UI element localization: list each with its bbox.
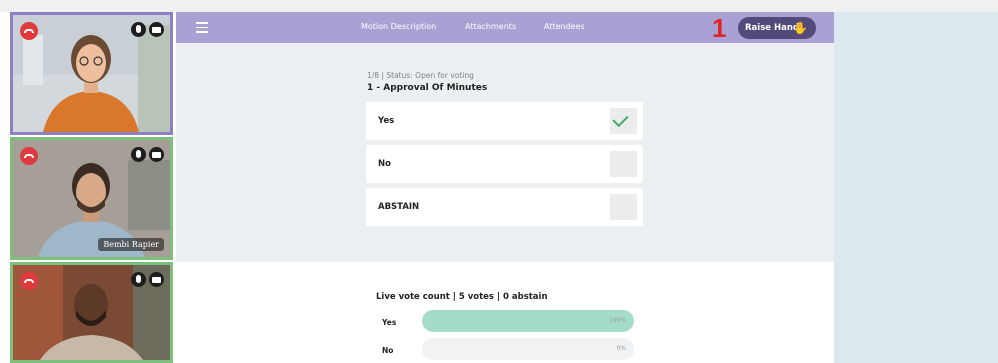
participant-video-tile[interactable] [10,12,173,135]
vote-option-yes[interactable]: Yes [366,102,643,140]
motion-title: 1 - Approval Of Minutes [367,83,488,93]
vote-option-label: ABSTAIN [378,202,420,212]
vote-option-abstain[interactable]: ABSTAIN [366,188,643,226]
microphone-icon[interactable] [131,147,146,162]
hangup-icon[interactable] [20,22,38,40]
voting-panel: 1/8 | Status: Open for voting 1 - Approv… [176,43,834,262]
vote-checkbox[interactable] [610,194,637,220]
tab-attachments[interactable]: Attachments [465,22,516,31]
raise-hand-button[interactable]: Raise Hand ✋ [738,17,816,39]
window-top-strip [0,0,998,12]
vote-result-percent: 0% [616,345,626,352]
vote-result-bar: 100% [422,310,634,332]
motion-status: 1/8 | Status: Open for voting [367,71,474,80]
raise-hand-label: Raise Hand [745,23,799,33]
right-side-panel [834,12,998,363]
camera-icon[interactable] [149,272,164,287]
vote-option-label: No [378,159,391,169]
microphone-icon[interactable] [131,272,146,287]
vote-result-label: No [382,346,394,355]
vote-checkbox[interactable] [610,108,637,134]
vote-result-label: Yes [382,318,397,327]
live-vote-count-title: Live vote count | 5 votes | 0 abstain [376,292,548,302]
hamburger-menu-icon[interactable] [196,22,208,33]
camera-icon[interactable] [149,147,164,162]
live-vote-count-panel: Live vote count | 5 votes | 0 abstain Ye… [176,262,834,363]
step-number-badge: 1 [712,13,727,43]
tab-motion-description[interactable]: Motion Description [361,22,436,31]
hangup-icon[interactable] [20,147,38,165]
raised-hand-icon: ✋ [793,21,808,35]
microphone-icon[interactable] [131,22,146,37]
participant-name-tag: Bembi Rapier [98,238,164,251]
camera-icon[interactable] [149,22,164,37]
vote-checkbox[interactable] [610,151,637,177]
vote-option-no[interactable]: No [366,145,643,183]
hangup-icon[interactable] [20,272,38,290]
tab-attendees[interactable]: Attendees [544,22,585,31]
participant-video-tile[interactable]: Bembi Rapier [10,137,173,260]
checkmark-icon [612,110,629,128]
vote-result-bar: 0% [422,338,634,360]
top-navigation-bar: Motion Description Attachments Attendees… [176,12,834,43]
vote-result-percent: 100% [608,317,626,324]
participant-video-tile[interactable] [10,262,173,363]
vote-option-label: Yes [378,116,395,126]
vote-result-fill [422,310,634,332]
